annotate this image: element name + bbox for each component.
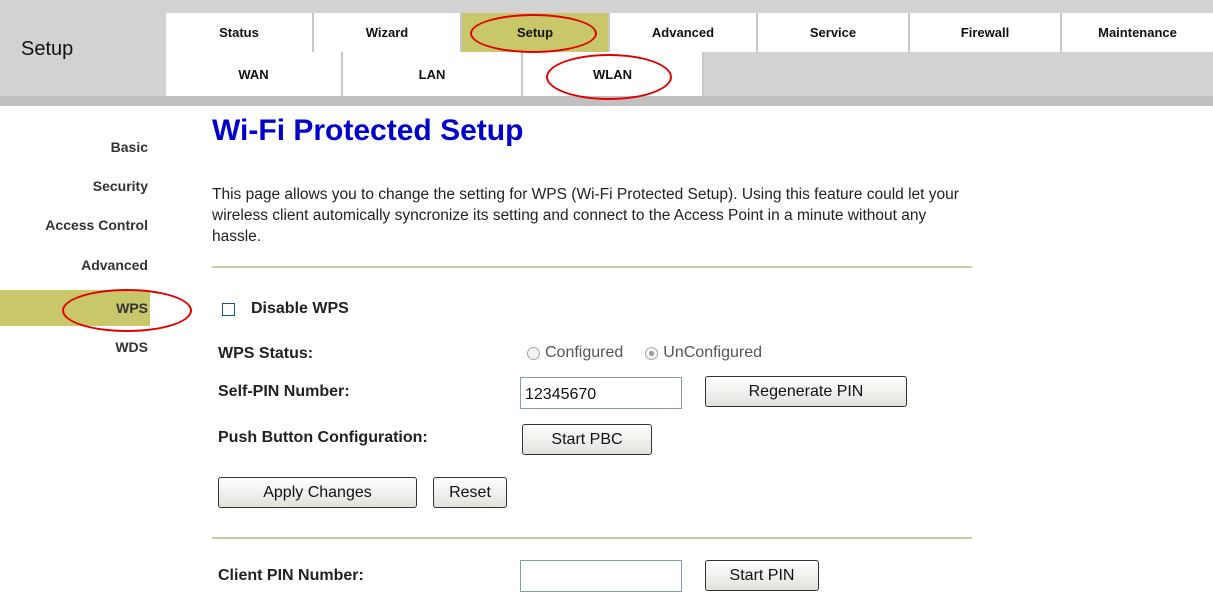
apply-changes-button[interactable]: Apply Changes [218,477,417,508]
subtab-lan[interactable]: LAN [343,52,523,96]
subtab-wan[interactable]: WAN [166,52,343,96]
radio-unconfigured[interactable] [645,346,659,360]
sidebar-item-wds[interactable]: WDS [0,328,150,366]
radio-unconfigured-label: UnConfigured [663,344,763,361]
page-title: Wi-Fi Protected Setup [212,114,524,147]
divider-2 [212,537,972,539]
tab-maintenance[interactable]: Maintenance [1062,13,1213,52]
main-nav: Status Wizard Setup Advanced Service Fir… [166,13,1213,52]
regenerate-pin-button[interactable]: Regenerate PIN [705,376,907,407]
radio-selected-dot [649,350,655,356]
divider [212,266,972,268]
disable-wps-row: Disable WPS [222,300,349,318]
wps-status-label: WPS Status: [218,345,314,362]
radio-configured[interactable] [527,346,540,360]
subtab-wlan[interactable]: WLAN [523,52,704,96]
sidebar-item-access-control[interactable]: Access Control [0,206,150,244]
tab-firewall[interactable]: Firewall [910,13,1062,52]
page-description: This page allows you to change the setti… [212,186,959,245]
self-pin-label: Self-PIN Number: [218,383,350,400]
sub-nav: WAN LAN WLAN [166,52,1213,96]
pbc-label: Push Button Configuration: [218,429,428,446]
disable-wps-label: Disable WPS [251,300,349,317]
start-pbc-button[interactable]: Start PBC [522,424,652,455]
client-pin-input[interactable] [520,560,682,592]
client-pin-label: Client PIN Number: [218,567,364,584]
sidebar-item-wps[interactable]: WPS [0,290,150,326]
disable-wps-checkbox[interactable] [222,302,235,316]
tab-wizard[interactable]: Wizard [314,13,462,52]
tab-status[interactable]: Status [166,13,314,52]
tab-advanced[interactable]: Advanced [610,13,758,52]
self-pin-input[interactable]: 12345670 [520,377,682,409]
header-divider [0,96,1213,106]
radio-configured-label: Configured [545,344,624,361]
tab-setup[interactable]: Setup [462,13,610,52]
tab-service[interactable]: Service [758,13,910,52]
sidebar-item-security[interactable]: Security [0,167,150,205]
sidebar: Basic Security Access Control Advanced W… [0,106,150,601]
subtab-filler [704,52,1213,96]
sidebar-item-basic[interactable]: Basic [0,128,150,166]
reset-button[interactable]: Reset [433,477,507,508]
wps-status-options: Configured UnConfigured [527,344,762,362]
top-header: Setup Status Wizard Setup Advanced Servi… [0,0,1213,96]
start-pin-button[interactable]: Start PIN [705,560,819,591]
section-title: Setup [21,38,74,60]
sidebar-item-advanced[interactable]: Advanced [0,246,150,284]
